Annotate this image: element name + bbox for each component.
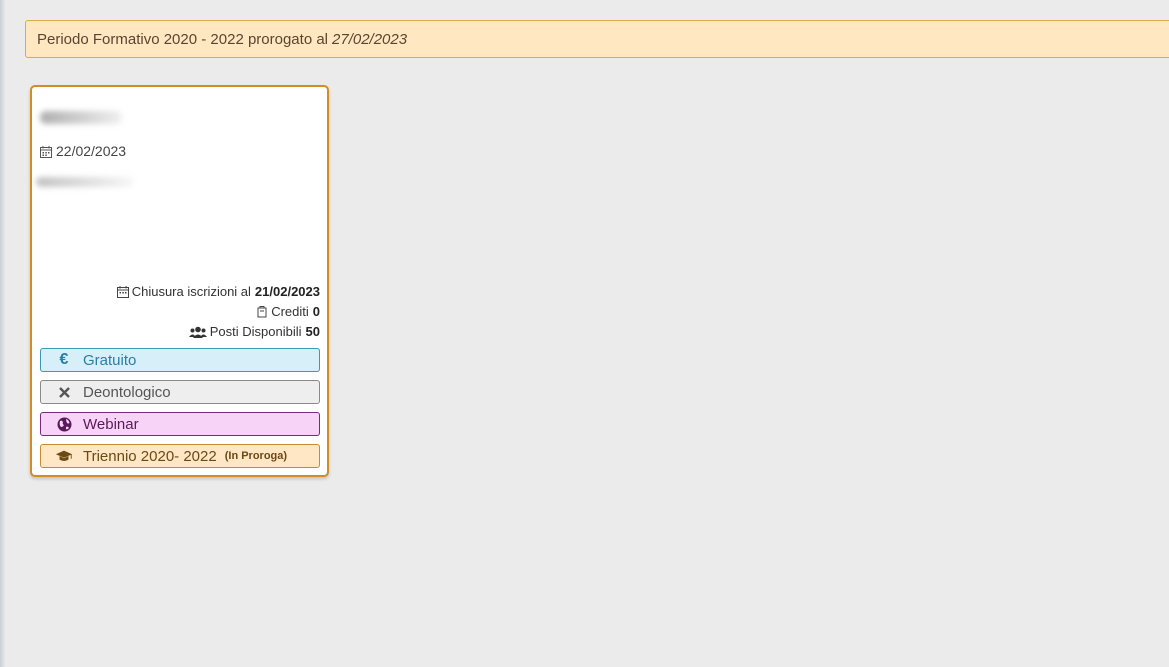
credits-info: Crediti 0 — [256, 304, 320, 319]
seats-value: 50 — [305, 324, 320, 339]
tag-triennium-note: (In Proroga) — [224, 450, 288, 462]
calendar-icon — [40, 145, 52, 158]
credits-value: 0 — [312, 304, 320, 319]
certificate-icon — [256, 305, 268, 318]
closing-date: 21/02/2023 — [254, 284, 320, 299]
users-icon — [188, 326, 207, 338]
notice-date: 27/02/2023 — [332, 30, 408, 48]
close-icon — [55, 386, 73, 398]
tag-deontology-label: Deontologico — [83, 383, 171, 401]
enrollment-closing: Chiusura iscrizioni al 21/02/2023 — [116, 284, 320, 299]
euro-icon: € — [59, 351, 69, 368]
course-card[interactable]: 22/02/2023 Chiusura iscrizioni al 21/02/… — [30, 85, 329, 477]
tag-free[interactable]: € Gratuito — [40, 348, 320, 372]
window-edge — [0, 0, 5, 667]
tag-triennium[interactable]: Triennio 2020- 2022 (In Proroga) — [40, 444, 320, 468]
course-subtitle-redacted — [36, 177, 134, 187]
closing-label: Chiusura iscrizioni al — [131, 284, 251, 299]
course-date: 22/02/2023 — [40, 143, 126, 159]
graduation-cap-icon — [55, 449, 73, 463]
notice-text: Periodo Formativo 2020 - 2022 prorogato … — [37, 30, 329, 48]
seats-info: Posti Disponibili 50 — [188, 324, 320, 339]
globe-icon — [55, 417, 73, 432]
course-title-redacted — [40, 111, 122, 124]
credits-label: Crediti — [271, 304, 309, 319]
training-period-notice: Periodo Formativo 2020 - 2022 prorogato … — [25, 20, 1169, 58]
seats-label: Posti Disponibili — [209, 324, 302, 339]
tag-triennium-label: Triennio 2020- 2022 — [83, 447, 217, 465]
tag-webinar[interactable]: Webinar — [40, 412, 320, 436]
tag-webinar-label: Webinar — [83, 415, 139, 433]
calendar-icon — [116, 285, 129, 298]
course-date-value: 22/02/2023 — [56, 143, 127, 159]
tag-free-label: Gratuito — [83, 351, 137, 369]
tag-deontology[interactable]: Deontologico — [40, 380, 320, 404]
